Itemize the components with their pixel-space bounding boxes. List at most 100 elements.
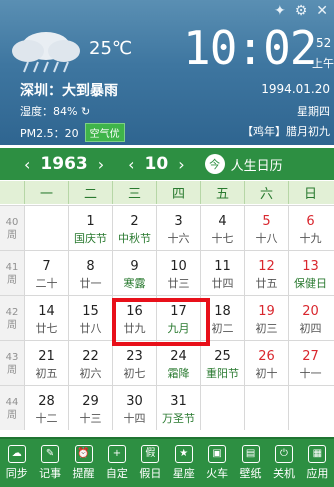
toolbar-button[interactable]: ▤ 壁纸 (234, 439, 267, 487)
day-cell[interactable]: 16 廿九 (112, 296, 156, 340)
lunar-label: 廿三 (167, 277, 190, 290)
month-select[interactable]: 10 (145, 154, 169, 174)
day-cell[interactable]: 3 十六 (156, 206, 200, 250)
day-cell[interactable]: 18 初二 (200, 296, 244, 340)
week-number: 40 周 (0, 206, 24, 250)
toolbar-button[interactable]: ▣ 火车 (200, 439, 233, 487)
day-cell[interactable]: 29 十三 (68, 386, 112, 430)
city-weather[interactable]: 深圳：大到暴雨 (20, 80, 118, 100)
day-cell[interactable]: 1 国庆节 (68, 206, 112, 250)
current-weekday: 星期四 (297, 105, 330, 118)
pm-value: PM2.5：20 (20, 126, 79, 140)
week-row: 43 周 21 初五 22 初六 23 初七 24 霜降 25 重阳节 26 初十 27 十一 (0, 340, 334, 385)
lunar-date: 【鸡年】腊月初九 (242, 125, 330, 138)
day-cell[interactable]: 25 重阳节 (200, 341, 244, 385)
day-cell[interactable]: 2 中秋节 (112, 206, 156, 250)
day-cell[interactable]: 24 霜降 (156, 341, 200, 385)
day-cell[interactable]: 5 十八 (244, 206, 288, 250)
empty-day-cell (200, 386, 244, 430)
next-month-button[interactable]: › (178, 155, 184, 174)
year-select[interactable]: 1963 (40, 154, 87, 174)
toolbar-button[interactable]: ⏻ 关机 (267, 439, 300, 487)
today-button[interactable]: 今 (204, 154, 225, 174)
lunar-label: 国庆节 (74, 232, 107, 245)
day-cell[interactable]: 19 初三 (244, 296, 288, 340)
day-number: 11 (214, 259, 231, 274)
close-icon[interactable]: ✕ (316, 3, 328, 19)
day-number: 3 (174, 214, 183, 229)
weekday-sun: 日 (288, 181, 332, 204)
toolbar-button[interactable]: ▦ 应用 (301, 439, 334, 487)
toolbar-label: 记事 (39, 467, 62, 480)
lunar-label: 十二 (35, 412, 58, 425)
lunar-label: 初二 (211, 322, 234, 335)
day-cell[interactable]: 7 二十 (24, 251, 68, 295)
day-cell[interactable]: 22 初六 (68, 341, 112, 385)
day-cell[interactable]: 12 廿五 (244, 251, 288, 295)
prev-year-button[interactable]: ‹ (24, 155, 30, 174)
weekday-header: 一 二 三 四 五 六 日 (0, 181, 334, 204)
header-panel: ✦ ⚙ ✕ 25℃ 深圳：大到暴雨 湿度：84% ↻ PM2.5：20 空气优 … (0, 0, 334, 145)
day-cell[interactable]: 15 廿八 (68, 296, 112, 340)
empty-day-cell (24, 206, 68, 250)
lunar-label: 万圣节 (162, 412, 195, 425)
day-cell[interactable]: 30 十四 (112, 386, 156, 430)
day-number: 22 (82, 349, 99, 364)
chat-icon: ✎ (41, 445, 60, 463)
day-number: 7 (42, 259, 51, 274)
toolbar-button[interactable]: ⏰ 提醒 (67, 439, 100, 487)
day-number: 23 (126, 349, 143, 364)
day-cell[interactable]: 6 十九 (288, 206, 332, 250)
day-cell[interactable]: 4 十七 (200, 206, 244, 250)
day-number: 14 (38, 304, 55, 319)
lunar-label: 廿九 (123, 322, 146, 335)
lunar-label: 廿八 (79, 322, 102, 335)
day-cell[interactable]: 31 万圣节 (156, 386, 200, 430)
day-number: 30 (126, 394, 143, 409)
toolbar-button[interactable]: ☁ 同步 (0, 439, 33, 487)
day-cell[interactable]: 9 寒露 (112, 251, 156, 295)
week-number: 43 周 (0, 341, 24, 385)
day-cell[interactable]: 10 廿三 (156, 251, 200, 295)
day-number: 24 (170, 349, 187, 364)
day-number: 15 (82, 304, 99, 319)
next-year-button[interactable]: › (98, 155, 104, 174)
day-cell[interactable]: 13 保健日 (288, 251, 332, 295)
calendar-nav: ‹ 1963 › ‹ 10 › 今 人生日历 (0, 148, 334, 180)
day-number (289, 394, 332, 409)
week-row: 44 周 28 十二 29 十三 30 十四 31 万圣节 (0, 385, 334, 430)
aqi-badge[interactable]: 空气优 (84, 123, 125, 142)
day-cell[interactable]: 14 廿七 (24, 296, 68, 340)
toolbar-label: 应用 (306, 467, 329, 480)
day-cell[interactable]: 8 廿一 (68, 251, 112, 295)
gear-icon[interactable]: ⚙ (295, 3, 308, 19)
day-number: 12 (258, 259, 275, 274)
day-number: 5 (262, 214, 271, 229)
puzzle-icon[interactable]: ✦ (274, 3, 286, 19)
toolbar-button[interactable]: 假假日 (134, 439, 167, 487)
day-number: 20 (302, 304, 319, 319)
lunar-label: 九月 (167, 322, 190, 335)
day-number: 8 (86, 259, 95, 274)
toolbar-button[interactable]: ✎ 记事 (33, 439, 66, 487)
power-icon: ⏻ (274, 445, 293, 463)
lunar-label: 十一 (299, 367, 322, 380)
day-cell[interactable]: 17 九月 (156, 296, 200, 340)
lunar-label: 中秋节 (118, 232, 151, 245)
day-cell[interactable]: 23 初七 (112, 341, 156, 385)
week-number: 44 周 (0, 386, 24, 430)
day-cell[interactable]: 11 廿四 (200, 251, 244, 295)
day-cell[interactable]: 26 初十 (244, 341, 288, 385)
day-cell[interactable]: 28 十二 (24, 386, 68, 430)
holiday-icon: 假 (141, 445, 160, 463)
lunar-label: 十七 (211, 232, 234, 245)
life-calendar-link[interactable]: 人生日历 (231, 155, 283, 174)
day-cell[interactable]: 27 十一 (288, 341, 332, 385)
toolbar-button[interactable]: ★ 星座 (167, 439, 200, 487)
day-cell[interactable]: 21 初五 (24, 341, 68, 385)
day-cell[interactable]: 20 初四 (288, 296, 332, 340)
clock-seconds: 52 (316, 36, 332, 50)
refresh-icon[interactable]: ↻ (81, 105, 90, 118)
toolbar-button[interactable]: + 自定 (100, 439, 133, 487)
prev-month-button[interactable]: ‹ (128, 155, 134, 174)
